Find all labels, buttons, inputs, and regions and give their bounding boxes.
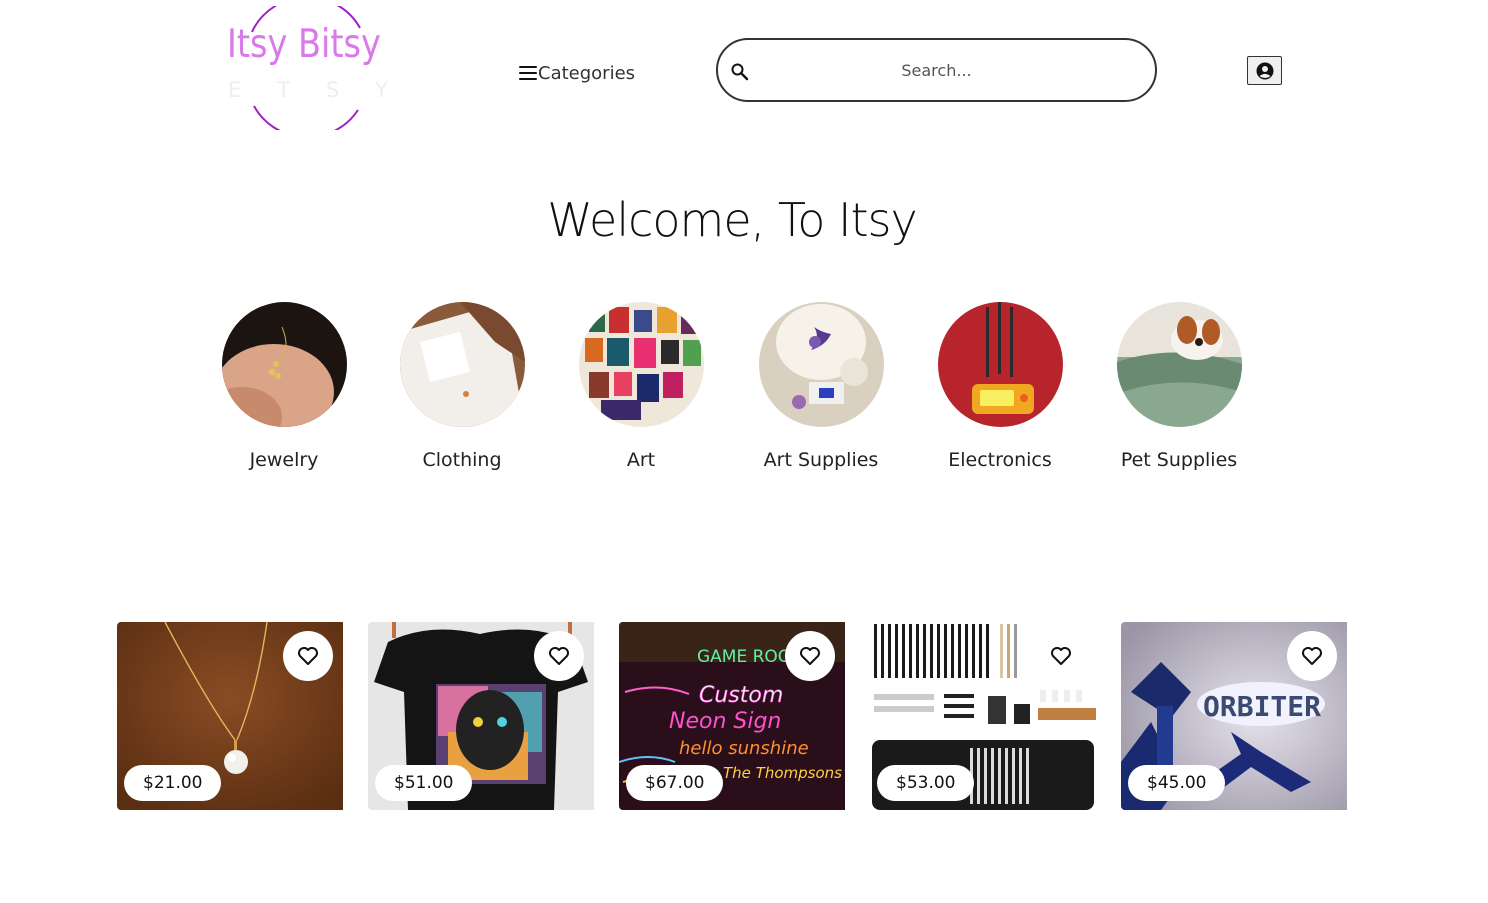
product-price: $51.00 [375,765,473,801]
neon-line-3: Neon Sign [669,709,781,734]
logo-title: Itsy Bitsy [227,22,381,67]
welcome-heading: Welcome, To Itsy [547,193,918,247]
product-card[interactable]: $21.00 [117,622,343,810]
category-image-clothing [399,302,525,427]
favorite-button[interactable] [534,631,584,681]
neon-line-4: hello sunshine [679,738,809,759]
categories-menu-label: Categories [538,62,636,84]
category-label: Clothing [422,449,502,471]
category-label: Pet Supplies [1120,449,1238,471]
favorite-button[interactable] [283,631,333,681]
heart-icon [1302,647,1322,665]
logo-letter: T [277,78,291,102]
logo-letter: Y [375,78,388,102]
product-price: $53.00 [877,765,975,801]
heart-icon [549,647,569,665]
category-label: Jewelry [249,449,319,471]
hamburger-icon [519,66,537,80]
category-image-pet-supplies [1116,302,1242,427]
category-image-jewelry [221,302,347,427]
categories-menu-button[interactable]: Categories [519,60,635,86]
favorite-button[interactable] [1287,631,1337,681]
logo-letter: S [325,78,340,102]
product-price: $45.00 [1128,765,1226,801]
category-label: Art [626,449,656,471]
heart-icon [1051,647,1071,665]
search-icon [731,63,749,81]
product-price: $67.00 [626,765,724,801]
category-art-supplies[interactable]: Art Supplies [741,302,901,471]
category-art[interactable]: Art [561,302,721,471]
heart-icon [298,647,318,665]
category-label: Electronics [948,449,1052,471]
product-card[interactable]: ORBITER $45.00 [1121,622,1347,810]
user-circle-icon [1256,62,1273,79]
account-button[interactable] [1247,56,1282,85]
category-label: Art Supplies [763,449,879,471]
product-price: $21.00 [124,765,222,801]
search-bar[interactable] [716,38,1157,102]
neon-line-2: Custom [699,683,783,708]
product-card[interactable]: $53.00 [870,622,1096,810]
category-clothing[interactable]: Clothing [382,302,542,471]
favorite-button[interactable] [785,631,835,681]
category-image-art [578,302,704,427]
orbiter-label: ORBITER [1203,690,1321,723]
neon-line-5: The Thompsons [723,764,842,782]
category-pet-supplies[interactable]: Pet Supplies [1099,302,1259,471]
search-input[interactable] [718,40,1155,100]
category-electronics[interactable]: Electronics [920,302,1080,471]
product-card[interactable]: $51.00 [368,622,594,810]
category-jewelry[interactable]: Jewelry [204,302,364,471]
category-image-art-supplies [758,302,884,427]
product-card[interactable]: GAME ROOM Custom Neon Sign hello sunshin… [619,622,845,810]
favorite-button[interactable] [1036,631,1086,681]
category-image-electronics [937,302,1063,427]
logo-letter: E [228,78,242,102]
site-logo[interactable]: Itsy Bitsy E T S Y [224,6,388,130]
heart-icon [800,647,820,665]
logo-subletters: E T S Y [228,78,388,102]
